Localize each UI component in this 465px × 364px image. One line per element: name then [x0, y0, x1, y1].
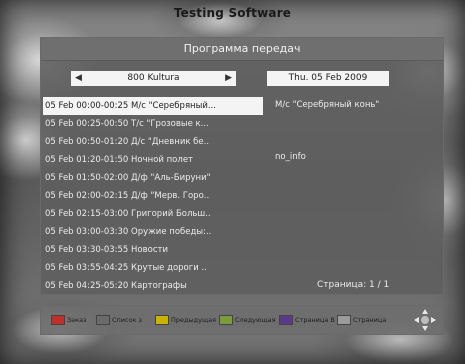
footer-legend: Заказ Список з Предыдущая Следующая Страница…: [40, 305, 444, 335]
legend-label: Заказ: [67, 316, 87, 324]
list-item[interactable]: 05 Feb 03:00-03:30 Оружие победы:..: [43, 223, 263, 241]
navigation-arrows-icon: [414, 309, 436, 331]
legend-item: Заказ: [51, 315, 87, 325]
event-list: 05 Feb 00:00-00:25 М/с "Серебряный... 05 …: [43, 97, 263, 295]
legend-item: Страница: [337, 315, 386, 325]
list-item[interactable]: 05 Feb 02:15-03:00 Григорий Больш..: [43, 205, 263, 223]
legend-label: Страница: [353, 316, 387, 324]
chevron-right-icon[interactable]: ▶: [225, 71, 232, 86]
page-indicator: Страница: 1 / 1: [317, 280, 390, 290]
tv-title: Testing Software: [173, 6, 292, 20]
legend-item: Список з: [96, 315, 142, 325]
event-detail-info: no_info: [275, 152, 306, 162]
epg-panel: Программа передач ◀ 800 Kultura ▶ Thu. 0…: [40, 37, 444, 295]
color-key-icon: [51, 315, 65, 325]
legend-item: Следующая: [219, 315, 276, 325]
list-item[interactable]: 05 Feb 03:30-03:55 Новости: [43, 241, 263, 259]
list-item[interactable]: 05 Feb 00:00-00:25 М/с "Серебряный...: [43, 97, 263, 115]
list-item[interactable]: 05 Feb 04:25-05:20 Картографы: [43, 277, 263, 295]
channel-selector[interactable]: ◀ 800 Kultura ▶: [71, 71, 236, 86]
color-key-icon: [279, 315, 293, 325]
list-item[interactable]: 05 Feb 01:20-01:50 Ночной полет: [43, 151, 263, 169]
legend-label: Страница В: [295, 316, 335, 324]
list-item[interactable]: 05 Feb 01:50-02:00 Д/ф "Аль-Бируни": [43, 169, 263, 187]
color-key-icon: [96, 315, 110, 325]
event-detail-title: М/с "Серебряный конь": [275, 100, 380, 110]
list-item[interactable]: 05 Feb 00:25-00:50 Т/с "Грозовые к...: [43, 115, 263, 133]
color-key-icon: [155, 315, 169, 325]
list-item[interactable]: 05 Feb 02:00-02:15 Д/ф "Мерв. Горо..: [43, 187, 263, 205]
legend-item: Предыдущая: [155, 315, 216, 325]
date-selector[interactable]: Thu. 05 Feb 2009: [267, 71, 389, 86]
chevron-left-icon[interactable]: ◀: [75, 71, 82, 86]
list-item[interactable]: 05 Feb 03:55-04:25 Крутые дороги ..: [43, 259, 263, 277]
legend-item: Страница В: [279, 315, 335, 325]
legend-label: Предыдущая: [171, 316, 216, 324]
color-key-icon: [337, 315, 351, 325]
panel-title: Программа передач: [41, 38, 443, 61]
legend-label: Список з: [112, 316, 143, 324]
legend-label: Следующая: [235, 316, 276, 324]
list-item[interactable]: 05 Feb 00:50-01:20 Д/с "Дневник бе..: [43, 133, 263, 151]
color-key-icon: [219, 315, 233, 325]
channel-name: 800 Kultura: [127, 73, 180, 83]
